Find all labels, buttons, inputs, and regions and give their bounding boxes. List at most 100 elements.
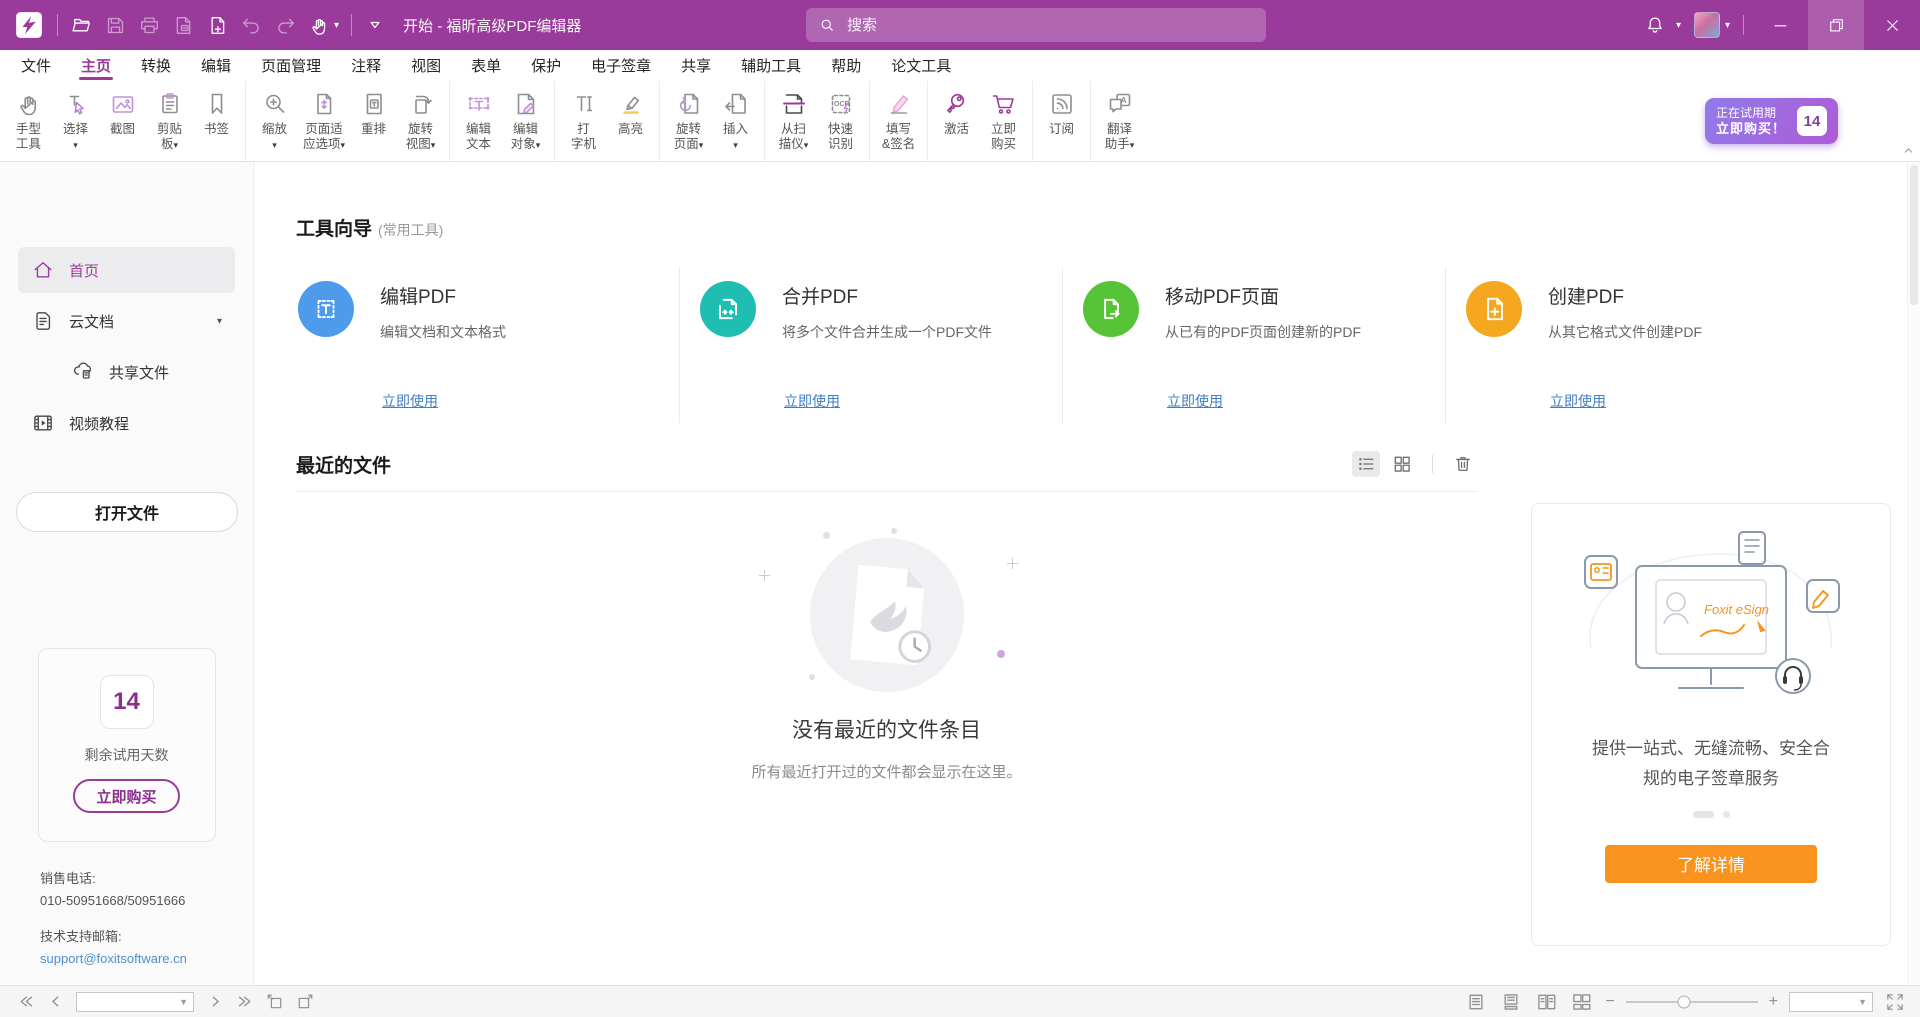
zoom-out-button[interactable]: − (1603, 994, 1616, 1010)
scrollbar-thumb[interactable] (1910, 165, 1918, 305)
account-caret-icon[interactable]: ▾ (1720, 20, 1735, 31)
ribbon-zoom-button[interactable]: 缩放▾ (251, 81, 298, 161)
save-button[interactable] (101, 11, 130, 40)
sidebar-item-cloud-docs[interactable]: 云文档▾ (18, 298, 235, 344)
reflow-icon (360, 89, 388, 119)
esign-illustration: Foxit eSign (1561, 530, 1861, 718)
ribbon-highlight-button[interactable]: 高亮 (607, 81, 654, 161)
undo-button[interactable] (237, 11, 266, 40)
open-file-button[interactable]: 打开文件 (16, 492, 238, 532)
ribbon-fill-sign-button[interactable]: 填写&签名 (875, 81, 922, 161)
ribbon-quick-ocr-button[interactable]: OCR快速识别 (817, 81, 864, 161)
menu-form[interactable]: 表单 (456, 50, 516, 81)
ribbon-subscribe-button[interactable]: 订阅 (1038, 81, 1085, 161)
list-view-button[interactable] (1352, 451, 1380, 477)
close-button[interactable] (1864, 0, 1920, 50)
open-file-button[interactable] (67, 11, 96, 40)
ribbon-hand-tool-button[interactable]: 手型工具 (5, 81, 52, 161)
use-now-link-move-pdf-pages[interactable]: 立即使用 (1167, 391, 1223, 411)
grid-view-button[interactable] (1388, 451, 1416, 477)
ribbon-rotate-page-button[interactable]: 旋转页面▾ (665, 81, 712, 161)
restore-button[interactable] (1808, 0, 1864, 50)
hand-icon (308, 14, 331, 37)
save-icon (104, 14, 127, 37)
search-input[interactable] (845, 16, 1254, 35)
single-page-view-button[interactable] (1463, 990, 1489, 1014)
learn-more-button[interactable]: 了解详情 (1605, 845, 1817, 883)
support-email-link[interactable]: support@foxitsoftware.cn (40, 948, 253, 970)
next-view-button[interactable] (292, 990, 318, 1014)
menu-home[interactable]: 主页 (66, 50, 126, 81)
collapse-ribbon-button[interactable] (1901, 143, 1916, 158)
buy-now-button[interactable]: 立即购买 (73, 779, 179, 813)
ribbon-activate-button[interactable]: 激活 (933, 81, 980, 161)
sparkle-icon (1007, 558, 1018, 569)
print-button[interactable] (135, 11, 164, 40)
previous-page-button[interactable] (42, 990, 68, 1014)
ribbon-snapshot-button[interactable]: 截图 (99, 81, 146, 161)
ribbon-page-fit-button[interactable]: 页面适应选项▾ (298, 81, 350, 161)
previous-view-button[interactable] (262, 990, 288, 1014)
zoom-slider-thumb[interactable] (1677, 995, 1690, 1008)
menu-paper-tools[interactable]: 论文工具 (876, 50, 966, 81)
menu-share[interactable]: 共享 (666, 50, 726, 81)
menu-help[interactable]: 帮助 (816, 50, 876, 81)
ribbon-insert-page-button[interactable]: 插入▾ (712, 81, 759, 161)
ribbon-mode-button[interactable] (365, 15, 385, 35)
ribbon-edit-text-button[interactable]: 编辑文本 (455, 81, 502, 161)
ribbon-buy-now-button[interactable]: 立即购买 (980, 81, 1027, 161)
menu-comment[interactable]: 注释 (336, 50, 396, 81)
menu-view[interactable]: 视图 (396, 50, 456, 81)
zoom-slider[interactable] (1626, 990, 1758, 1014)
hand-tool-button[interactable]: ▾ (305, 11, 342, 40)
ribbon-clipboard-button[interactable]: 剪贴板▾ (146, 81, 193, 161)
vertical-scrollbar[interactable] (1907, 162, 1920, 985)
ribbon-rotate-view-button[interactable]: 旋转视图▾ (397, 81, 444, 161)
carousel-dot[interactable] (1723, 811, 1730, 818)
sidebar-item-shared-files[interactable]: 共享文件 (18, 349, 235, 395)
user-avatar[interactable] (1694, 12, 1720, 38)
minimize-button[interactable] (1752, 0, 1808, 50)
page-number-field[interactable]: ▼ (76, 992, 194, 1012)
ribbon-bookmark-button[interactable]: 书签 (193, 81, 240, 161)
facing-view-button[interactable] (1533, 990, 1559, 1014)
menu-page-manage[interactable]: 页面管理 (246, 50, 336, 81)
last-page-button[interactable] (232, 990, 258, 1014)
clear-recent-button[interactable] (1449, 451, 1477, 477)
zoom-level-field[interactable]: ▼ (1789, 992, 1873, 1012)
ribbon-edit-object-button[interactable]: 编辑对象▾ (502, 81, 549, 161)
menu-convert[interactable]: 转换 (126, 50, 186, 81)
menu-protect[interactable]: 保护 (516, 50, 576, 81)
first-page-button[interactable] (12, 990, 38, 1014)
carousel-dot-active[interactable] (1693, 811, 1714, 818)
zoom-level-input[interactable] (1795, 994, 1854, 1010)
menu-file[interactable]: 文件 (6, 50, 66, 81)
use-now-link-create-pdf[interactable]: 立即使用 (1550, 391, 1606, 411)
facing-continuous-view-button[interactable] (1568, 990, 1594, 1014)
menu-edit[interactable]: 编辑 (186, 50, 246, 81)
ribbon-reflow-button[interactable]: 重排 (350, 81, 397, 161)
search-box[interactable] (806, 8, 1266, 42)
fullscreen-button[interactable] (1882, 990, 1908, 1014)
use-now-link-edit-pdf[interactable]: 立即使用 (382, 391, 438, 411)
ribbon-typewriter-button[interactable]: 打字机 (560, 81, 607, 161)
page-actions-button[interactable] (169, 11, 198, 40)
menu-assist-tools[interactable]: 辅助工具 (726, 50, 816, 81)
next-page-button[interactable] (202, 990, 228, 1014)
zoom-in-button[interactable]: + (1767, 994, 1780, 1010)
trial-badge-button[interactable]: 正在试用期 立即购买！ 14 (1705, 98, 1838, 144)
notifications-caret-icon[interactable]: ▾ (1671, 20, 1686, 31)
use-now-link-merge-pdf[interactable]: 立即使用 (784, 391, 840, 411)
zoom-slider-track[interactable] (1626, 1001, 1758, 1003)
redo-button[interactable] (271, 11, 300, 40)
new-document-button[interactable] (203, 11, 232, 40)
ribbon-from-scanner-button[interactable]: 从扫描仪▾ (770, 81, 817, 161)
ribbon-select-button[interactable]: 选择▾ (52, 81, 99, 161)
sidebar-item-video-tutorials[interactable]: 视频教程 (18, 400, 235, 446)
page-number-input[interactable] (82, 994, 175, 1010)
ribbon-translate-assistant-button[interactable]: A翻译助手▾ (1096, 81, 1143, 161)
sidebar-item-home[interactable]: 首页 (18, 247, 235, 293)
continuous-view-button[interactable] (1498, 990, 1524, 1014)
menu-esign[interactable]: 电子签章 (576, 50, 666, 81)
notifications-button[interactable] (1639, 14, 1671, 36)
